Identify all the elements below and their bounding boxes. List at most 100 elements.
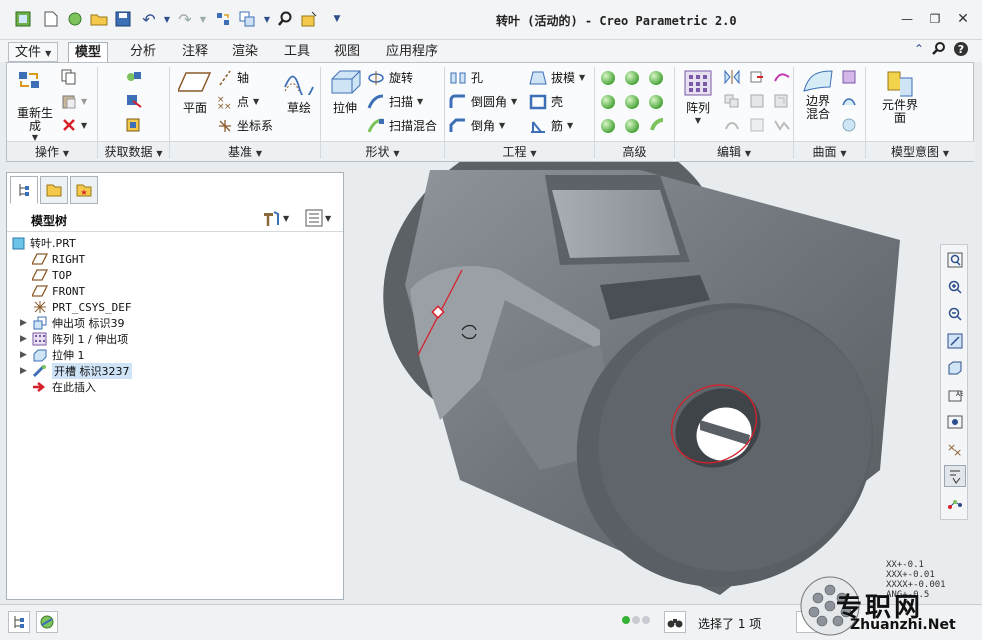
axis-button[interactable]: 轴 — [217, 69, 249, 86]
intersect-icon[interactable] — [723, 117, 741, 133]
spinal-bend-icon[interactable] — [649, 117, 665, 133]
tree-item-csys[interactable]: PRT_CSYS_DEF — [32, 299, 131, 315]
tab-model-tree[interactable] — [10, 176, 38, 204]
freestyle-sphere-icon[interactable] — [841, 117, 857, 133]
graphics-viewport[interactable] — [346, 162, 936, 600]
shrinkwrap-icon[interactable] — [125, 117, 143, 133]
sweep-button[interactable]: 扫描 ▼ — [367, 93, 423, 110]
swept-blend-button[interactable]: 扫描混合 — [367, 117, 437, 134]
tab-favorites[interactable]: ★ — [70, 176, 98, 204]
point-button[interactable]: × × × 点 ▼ — [217, 93, 259, 110]
group-label-shapes[interactable]: 形状 ▼ — [321, 141, 444, 161]
hole-button[interactable]: 孔 — [449, 69, 483, 86]
extrude-button[interactable]: 拉伸 — [325, 69, 365, 116]
toggle-navigator-button[interactable] — [8, 611, 30, 633]
regenerate-quick-icon[interactable] — [214, 10, 232, 28]
pattern-button[interactable]: 阵列 ▼ — [679, 69, 717, 125]
tree-item-part[interactable]: 转叶.PRT — [12, 235, 76, 251]
copy-geometry-icon[interactable] — [125, 93, 143, 109]
round-button[interactable]: 倒圆角 ▼ — [449, 93, 517, 110]
tab-model[interactable]: 模型 — [68, 42, 109, 62]
tree-item-extrude[interactable]: 拉伸 1 — [32, 347, 85, 363]
advanced-sphere-icon[interactable] — [625, 71, 639, 85]
find-button[interactable] — [664, 611, 686, 633]
fill-surface-icon[interactable] — [841, 69, 857, 85]
tree-item-insert-here[interactable]: 在此插入 — [32, 379, 96, 395]
user-defined-feature-icon[interactable] — [125, 69, 143, 85]
expand-icon[interactable]: ▶ — [20, 366, 27, 376]
view-manager-icon[interactable] — [944, 411, 966, 433]
tree-item-pattern[interactable]: 阵列 1 / 伸出项 — [32, 331, 128, 347]
plane-button[interactable]: 平面 — [175, 69, 215, 116]
tree-item-top[interactable]: TOP — [32, 267, 72, 283]
saved-orientations-icon[interactable]: AB — [944, 384, 966, 406]
creo-logo-icon[interactable] — [14, 10, 32, 28]
rib-button[interactable]: 筋 ▼ — [529, 117, 573, 134]
redo-icon[interactable]: ↷ — [176, 10, 194, 29]
tree-settings-button[interactable]: ▼ — [261, 209, 289, 227]
copy-icon[interactable] — [61, 69, 77, 85]
group-label-advanced[interactable]: 高级 — [595, 141, 674, 161]
tree-item-right[interactable]: RIGHT — [32, 251, 85, 267]
advanced-sphere-icon[interactable] — [625, 95, 639, 109]
repaint-icon[interactable] — [944, 330, 966, 352]
tab-render[interactable]: 渲染 — [226, 42, 264, 62]
zoom-in-icon[interactable] — [944, 276, 966, 298]
tab-tools[interactable]: 工具 — [278, 42, 316, 62]
trim-icon[interactable] — [749, 93, 765, 109]
mirror-icon[interactable] — [723, 69, 741, 85]
style-surface-icon[interactable] — [841, 93, 857, 109]
tab-folder-browser[interactable] — [40, 176, 68, 204]
project-icon[interactable] — [773, 69, 791, 85]
advanced-sphere-icon[interactable] — [625, 119, 639, 133]
zoom-out-icon[interactable] — [944, 303, 966, 325]
search-icon[interactable] — [276, 10, 294, 28]
paste-icon[interactable]: ▼ — [61, 93, 87, 109]
offset-icon[interactable] — [773, 93, 789, 109]
advanced-sphere-icon[interactable] — [601, 95, 615, 109]
refit-icon[interactable] — [944, 249, 966, 271]
close-window-quick-icon[interactable] — [300, 10, 318, 28]
tree-item-protrusion[interactable]: 伸出项 标识39 — [32, 315, 125, 331]
tab-applications[interactable]: 应用程序 — [380, 42, 444, 62]
extend-icon[interactable] — [749, 69, 765, 85]
tree-item-front[interactable]: FRONT — [32, 283, 85, 299]
group-label-model-intent[interactable]: 模型意图 ▼ — [866, 141, 974, 161]
tab-analysis[interactable]: 分析 — [124, 42, 162, 62]
sketch-button[interactable]: 草绘 — [279, 69, 319, 116]
merge-icon[interactable] — [723, 93, 741, 109]
redo-dropdown-icon[interactable]: ▼ — [194, 10, 212, 28]
tab-view[interactable]: 视图 — [328, 42, 366, 62]
group-label-surfaces[interactable]: 曲面 ▼ — [794, 141, 865, 161]
minimize-icon[interactable]: — — [896, 10, 918, 28]
windows-dropdown-icon[interactable]: ▼ — [258, 10, 276, 28]
advanced-sphere-icon[interactable] — [601, 71, 615, 85]
group-label-engineering[interactable]: 工程 ▼ — [445, 141, 594, 161]
revolve-button[interactable]: 旋转 — [367, 69, 413, 86]
chamfer-button[interactable]: 倒角 ▼ — [449, 117, 505, 134]
boundary-blend-button[interactable]: 边界混合 — [797, 69, 839, 121]
group-label-editing[interactable]: 编辑 ▼ — [675, 141, 793, 161]
tab-annotate[interactable]: 注释 — [176, 42, 214, 62]
ribbon-search-icon[interactable] — [930, 40, 948, 58]
group-label-operations[interactable]: 操作 ▼ — [7, 141, 97, 161]
advanced-sphere-icon[interactable] — [649, 71, 663, 85]
open-sphere-icon[interactable] — [66, 10, 84, 28]
toggle-browser-button[interactable] — [36, 611, 58, 633]
annotation-display-icon[interactable] — [944, 465, 966, 487]
expand-icon[interactable]: ▶ — [20, 350, 27, 360]
spin-center-icon[interactable] — [944, 492, 966, 514]
shell-button[interactable]: 壳 — [529, 93, 563, 110]
save-icon[interactable] — [114, 10, 132, 28]
tree-item-slot[interactable]: 开槽 标识3237 — [32, 363, 132, 379]
expand-icon[interactable]: ▶ — [20, 318, 27, 328]
undo-icon[interactable]: ↶ — [140, 10, 158, 29]
thicken-icon[interactable] — [773, 117, 791, 133]
draft-button[interactable]: 拔模 ▼ — [529, 69, 585, 86]
regenerate-icon[interactable] — [17, 69, 43, 91]
undo-dropdown-icon[interactable]: ▼ — [158, 10, 176, 28]
datum-display-icon[interactable]: × × — [944, 438, 966, 460]
customize-quick-access-icon[interactable]: ▼ — [328, 10, 346, 28]
expand-icon[interactable]: ▶ — [20, 334, 27, 344]
component-interface-button[interactable]: 元件界面 — [875, 69, 925, 125]
